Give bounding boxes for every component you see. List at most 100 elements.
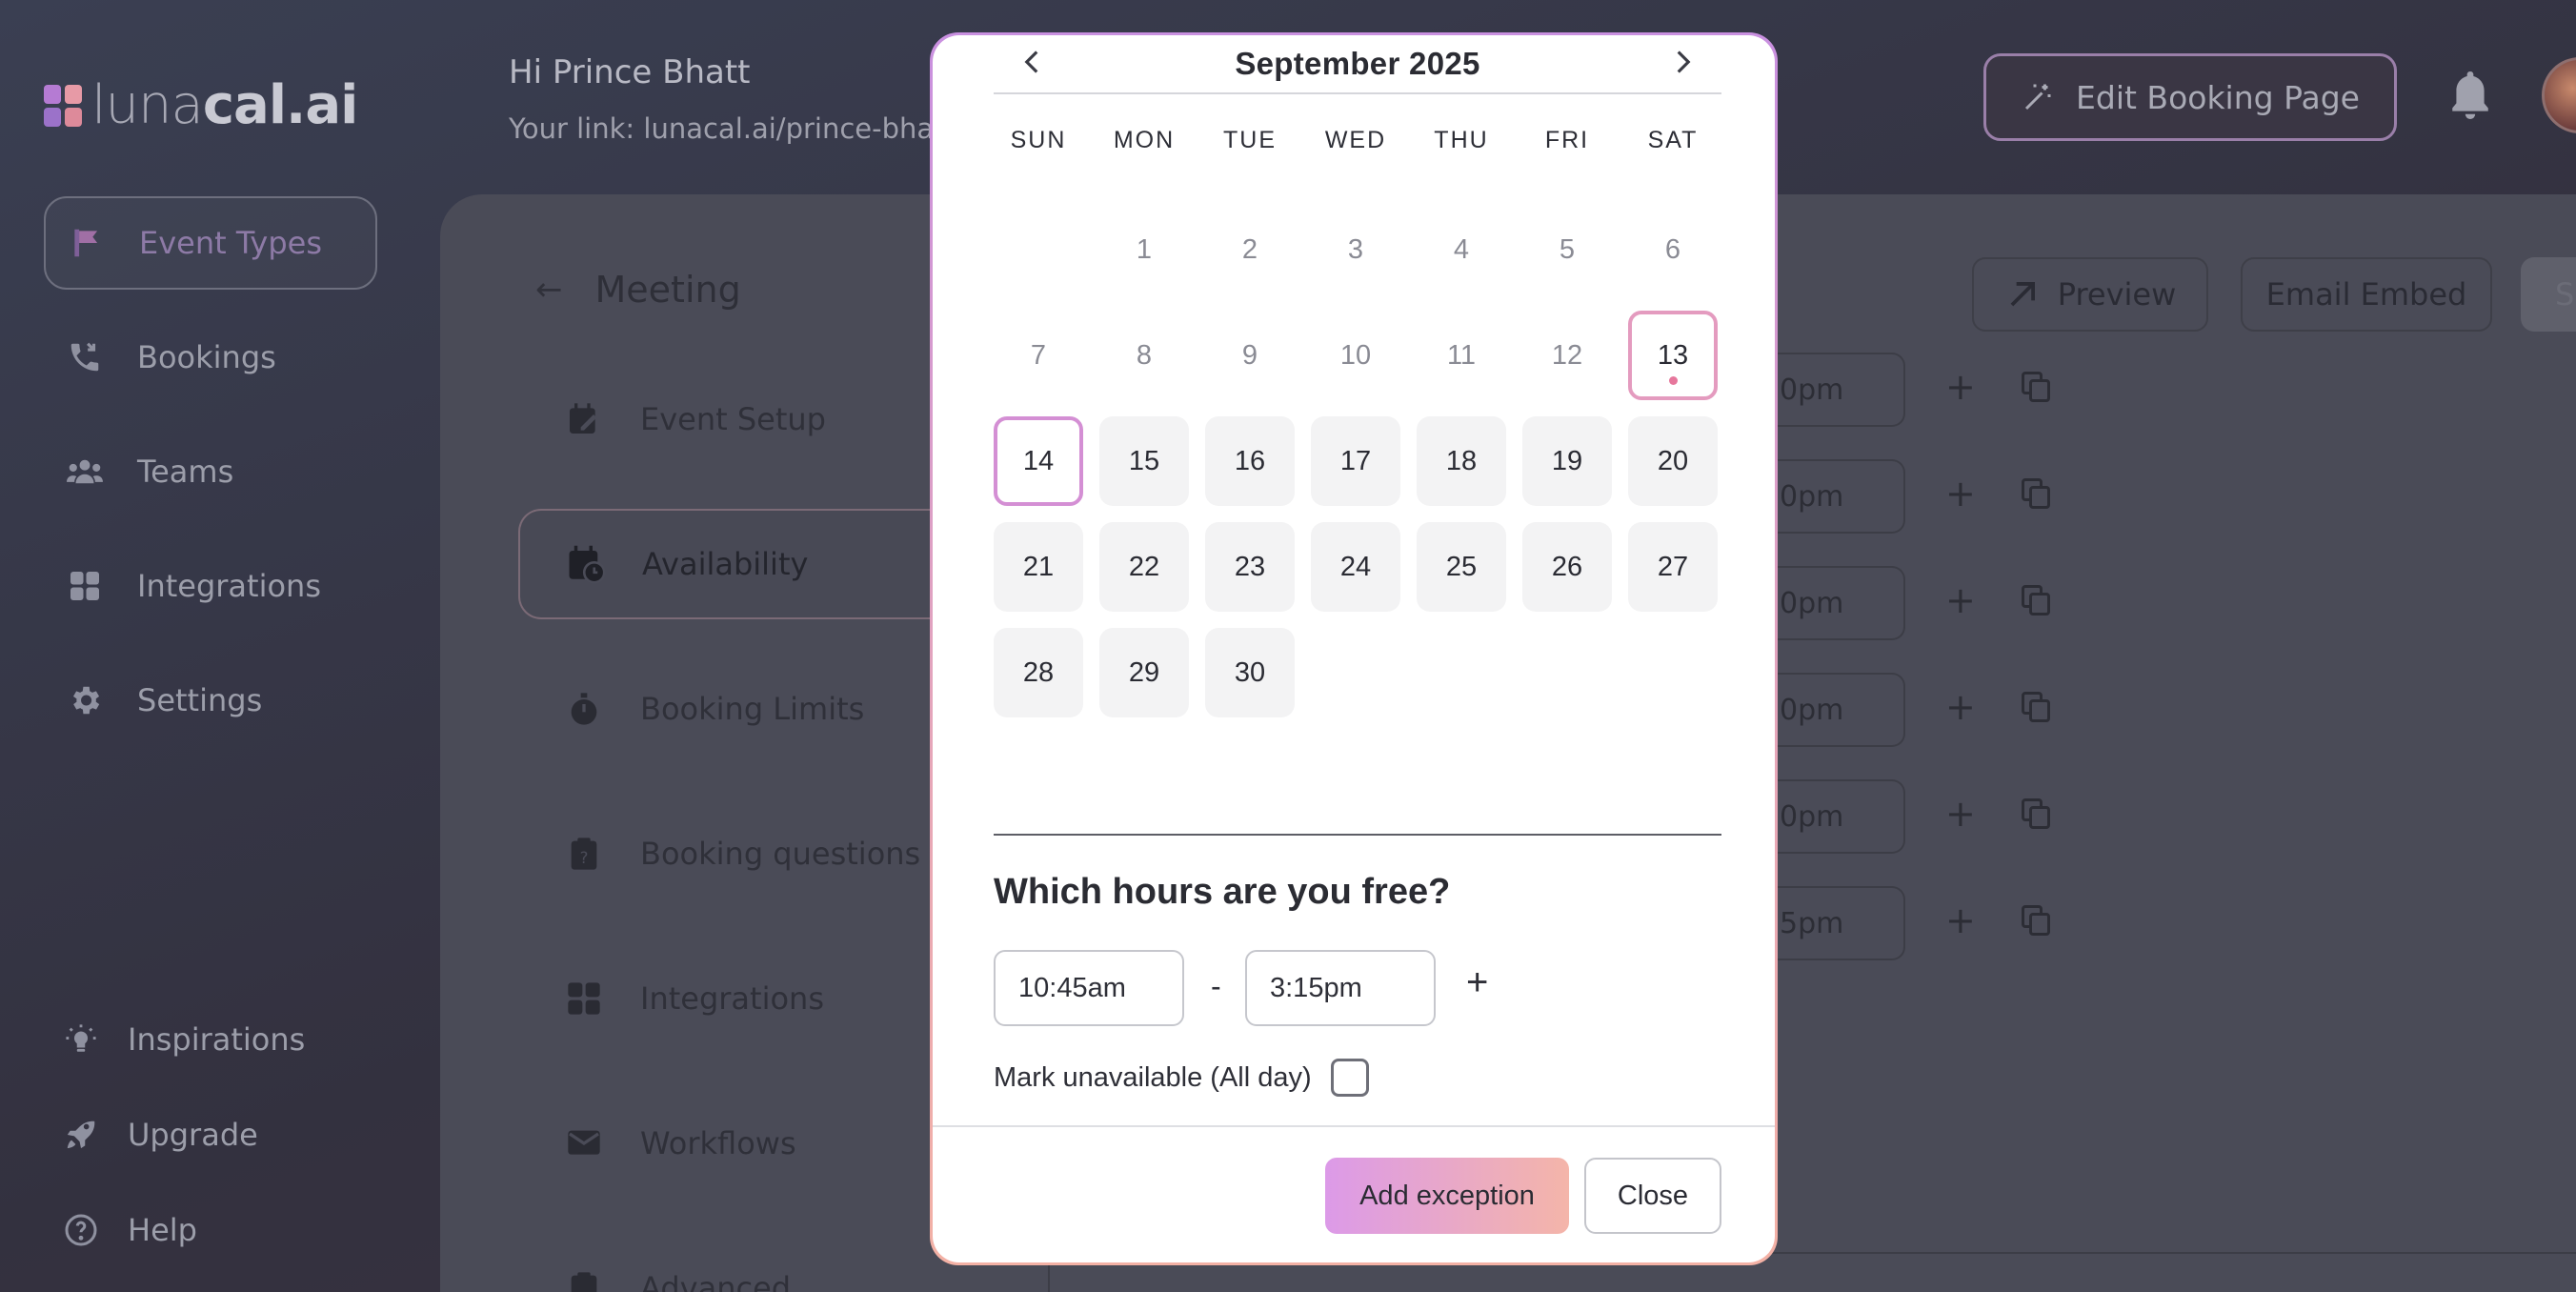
day-cell-disabled: 11: [1446, 339, 1477, 371]
logo: lunacal.ai: [44, 74, 358, 136]
weekday-label: THU: [1434, 127, 1489, 153]
copy-icon[interactable]: [2022, 478, 2050, 509]
day-cell[interactable]: 15: [1099, 416, 1189, 506]
day-cell[interactable]: 25: [1417, 522, 1506, 612]
day-cell[interactable]: 30: [1205, 628, 1295, 717]
end-time-field[interactable]: 0pm: [1772, 459, 1905, 534]
end-time-field[interactable]: 0pm: [1772, 353, 1905, 427]
day-cell-disabled: 10: [1339, 339, 1372, 371]
sidebar-item-integrations[interactable]: Integrations: [44, 539, 377, 633]
menu-item-booking-limits[interactable]: Booking Limits: [518, 654, 928, 764]
copy-icon[interactable]: [2022, 585, 2050, 616]
end-time-input[interactable]: 3:15pm: [1245, 950, 1436, 1026]
day-cell[interactable]: 19: [1522, 416, 1612, 506]
sidebar-item-teams[interactable]: Teams: [44, 425, 377, 518]
sidebar-item-help[interactable]: Help: [44, 1183, 377, 1277]
sidebar-item-inspirations[interactable]: Inspirations: [44, 993, 377, 1086]
day-cell[interactable]: 22: [1099, 522, 1189, 612]
svg-text:?: ?: [580, 849, 589, 867]
sidebar-item-bookings[interactable]: Bookings: [44, 311, 377, 404]
chevron-right-icon[interactable]: [1655, 35, 1712, 89]
add-range-icon[interactable]: +: [1466, 961, 1488, 1004]
menu-item-booking-questions[interactable]: ? Booking questions: [518, 798, 928, 909]
range-dash: -: [1211, 969, 1221, 1003]
day-cell[interactable]: 28: [994, 628, 1083, 717]
grid-icon: [564, 979, 604, 1019]
grid-icon: [67, 568, 103, 604]
day-cell[interactable]: 23: [1205, 522, 1295, 612]
day-cell-disabled: 3: [1347, 233, 1364, 265]
copy-icon[interactable]: [2022, 372, 2050, 402]
menu-item-workflows[interactable]: Workflows: [518, 1088, 928, 1199]
sidebar-item-label: Integrations: [137, 568, 321, 604]
end-time-field[interactable]: 0pm: [1772, 673, 1905, 747]
day-cell-selected[interactable]: 14: [994, 416, 1083, 506]
day-cell[interactable]: 16: [1205, 416, 1295, 506]
preview-button[interactable]: Preview: [1972, 257, 2208, 332]
bell-icon[interactable]: [2446, 67, 2494, 124]
sidebar-item-upgrade[interactable]: Upgrade: [44, 1088, 377, 1181]
hours-title: Which hours are you free?: [994, 872, 1451, 912]
menu-item-availability[interactable]: Availability: [518, 509, 937, 619]
menu-item-event-setup[interactable]: Event Setup: [518, 364, 928, 474]
plus-icon[interactable]: +: [1945, 366, 1976, 408]
phone-icon: [67, 339, 103, 375]
email-embed-button[interactable]: Email Embed: [2241, 257, 2492, 332]
day-cell[interactable]: 24: [1311, 522, 1400, 612]
preview-label: Preview: [2057, 276, 2177, 313]
plus-icon[interactable]: +: [1945, 473, 1976, 515]
booking-link[interactable]: Your link: lunacal.ai/prince-bhatt-: [509, 112, 965, 145]
menu-item-integrations[interactable]: Integrations: [518, 943, 928, 1054]
advanced-icon: [564, 1268, 604, 1292]
back-arrow-icon[interactable]: ←: [535, 271, 563, 309]
menu-item-advanced[interactable]: Advanced: [518, 1233, 928, 1292]
availability-row: 0pm +: [1772, 673, 2058, 747]
mark-unavailable-row: Mark unavailable (All day): [994, 1059, 1369, 1097]
menu-item-label: Advanced: [640, 1270, 792, 1292]
save-button[interactable]: Sa: [2521, 257, 2576, 332]
plus-icon[interactable]: +: [1945, 899, 1976, 941]
end-time-field[interactable]: 0pm: [1772, 779, 1905, 854]
day-cell[interactable]: 20: [1628, 416, 1718, 506]
sidebar-item-event-types[interactable]: Event Types: [44, 196, 377, 290]
plus-icon[interactable]: +: [1945, 686, 1976, 728]
day-cell-disabled: 12: [1551, 339, 1583, 371]
rocket-icon: [63, 1117, 99, 1153]
day-cell[interactable]: 26: [1522, 522, 1612, 612]
day-cell-disabled: 4: [1453, 233, 1470, 265]
plus-icon[interactable]: +: [1945, 793, 1976, 835]
day-cell[interactable]: 18: [1417, 416, 1506, 506]
day-cell-disabled: 8: [1136, 339, 1153, 371]
day-cell-today[interactable]: 13: [1628, 311, 1718, 400]
end-time-field[interactable]: 5pm: [1772, 886, 1905, 960]
mark-unavailable-checkbox[interactable]: [1330, 1059, 1369, 1097]
calendar-grid: 1 2 3 4 5 6 7 8 9 10 11 12 13 14 15 16 17 18 19 20 21 22 23 24 2…: [994, 205, 1723, 717]
copy-icon[interactable]: [2022, 798, 2050, 829]
menu-item-label: Booking Limits: [640, 691, 865, 727]
page-title-text: Meeting: [594, 269, 741, 311]
weekday-header: SUN MON TUE WED THU FRI SAT: [994, 127, 1723, 154]
weekday-label: FRI: [1544, 127, 1590, 153]
chevron-left-icon[interactable]: [1003, 35, 1060, 89]
add-exception-button[interactable]: Add exception: [1325, 1158, 1569, 1234]
avatar[interactable]: [2542, 57, 2576, 133]
close-button[interactable]: Close: [1584, 1158, 1721, 1234]
copy-icon[interactable]: [2022, 692, 2050, 722]
calendar-header: September 2025: [994, 35, 1721, 94]
day-cell[interactable]: 27: [1628, 522, 1718, 612]
divider: [933, 1125, 1775, 1127]
start-time-input[interactable]: 10:45am: [994, 950, 1184, 1026]
menu-item-label: Availability: [642, 546, 809, 582]
day-cell[interactable]: 21: [994, 522, 1083, 612]
sidebar-item-label: Upgrade: [128, 1117, 258, 1153]
day-cell-disabled: 5: [1559, 233, 1576, 265]
day-cell-disabled: 2: [1241, 233, 1258, 265]
copy-icon[interactable]: [2022, 905, 2050, 936]
edit-booking-page-button[interactable]: Edit Booking Page: [1983, 53, 2397, 141]
plus-icon[interactable]: +: [1945, 579, 1976, 621]
day-cell[interactable]: 17: [1311, 416, 1400, 506]
end-time-field[interactable]: 0pm: [1772, 566, 1905, 640]
day-cell[interactable]: 29: [1099, 628, 1189, 717]
sidebar-item-settings[interactable]: Settings: [44, 654, 377, 747]
greeting-name: Hi Prince Bhatt: [509, 53, 751, 91]
